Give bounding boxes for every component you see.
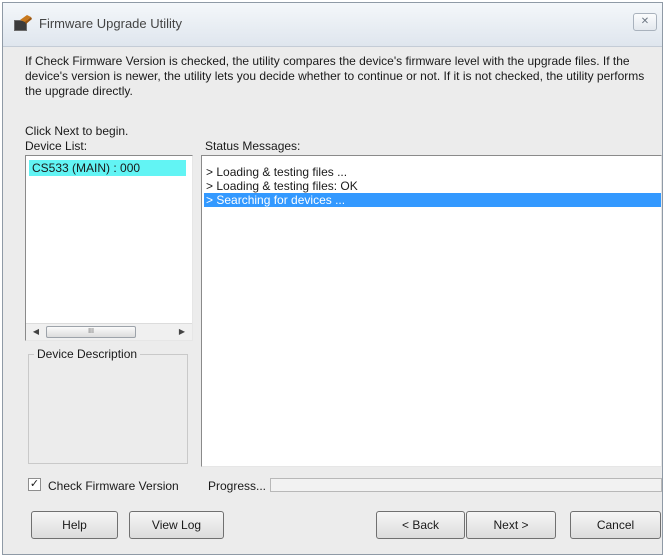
hint-text: Click Next to begin. bbox=[25, 124, 129, 138]
status-messages-box[interactable]: > Loading & testing files ... > Loading … bbox=[201, 155, 662, 467]
window-title: Firmware Upgrade Utility bbox=[39, 16, 183, 31]
status-message: > Loading & testing files ... bbox=[206, 165, 348, 179]
status-message-selected: > Searching for devices ... bbox=[204, 193, 661, 207]
next-button[interactable]: Next > bbox=[466, 511, 556, 539]
progress-bar bbox=[270, 478, 662, 492]
status-message: > Loading & testing files: OK bbox=[206, 179, 358, 193]
instructions-text: If Check Firmware Version is checked, th… bbox=[25, 54, 645, 98]
scroll-left-icon[interactable]: ◀ bbox=[28, 324, 44, 340]
status-messages-label: Status Messages: bbox=[205, 139, 301, 153]
device-list-label: Device List: bbox=[25, 139, 88, 153]
progress-label: Progress... bbox=[208, 479, 267, 493]
scroll-right-icon[interactable]: ▶ bbox=[174, 324, 190, 340]
device-description-group: Device Description bbox=[28, 347, 188, 464]
title-bar: Firmware Upgrade Utility ✕ bbox=[3, 3, 662, 47]
view-log-button[interactable]: View Log bbox=[129, 511, 224, 539]
cancel-button[interactable]: Cancel bbox=[570, 511, 661, 539]
device-description-label: Device Description bbox=[34, 347, 141, 361]
app-icon bbox=[13, 15, 33, 33]
checkmark-icon[interactable]: ✓ bbox=[28, 478, 41, 491]
back-button[interactable]: < Back bbox=[376, 511, 465, 539]
help-button[interactable]: Help bbox=[31, 511, 118, 539]
device-list[interactable]: CS533 (MAIN) : 000 ◀ III ▶ bbox=[25, 155, 193, 341]
check-firmware-checkbox[interactable]: ✓ Check Firmware Version bbox=[28, 477, 228, 495]
scroll-thumb[interactable]: III bbox=[46, 326, 136, 338]
device-list-scrollbar[interactable]: ◀ III ▶ bbox=[26, 323, 192, 340]
device-list-item[interactable]: CS533 (MAIN) : 000 bbox=[29, 160, 186, 176]
close-button[interactable]: ✕ bbox=[633, 13, 657, 31]
check-firmware-label[interactable]: Check Firmware Version bbox=[48, 479, 179, 493]
firmware-upgrade-window: Firmware Upgrade Utility ✕ If Check Firm… bbox=[2, 2, 663, 555]
close-icon: ✕ bbox=[640, 16, 650, 27]
